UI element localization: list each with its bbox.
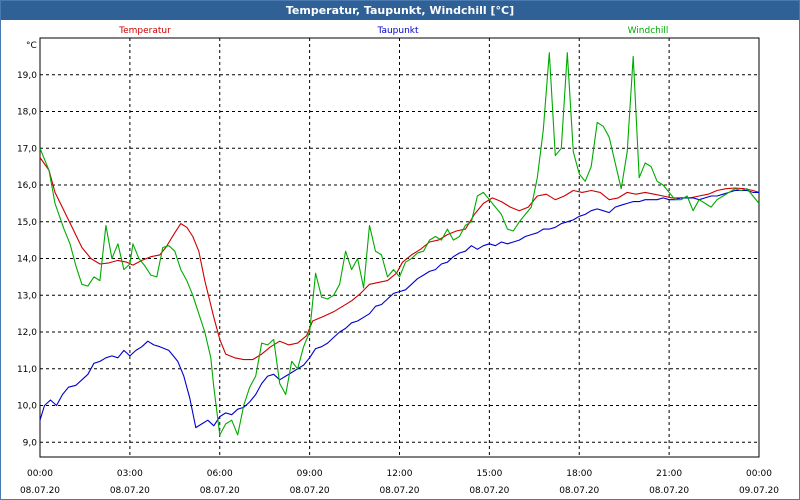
y-axis-tick-labels: 9,0 10,0 11,0 12,0 13,0 14,0 15,0 16,0 17,0 18,0 1… xyxy=(17,71,37,449)
series-line-temperatur xyxy=(39,157,760,361)
legend: Temperatur Taupunkt Windchill xyxy=(118,26,668,36)
y-tick-label: 10,0 xyxy=(17,402,37,412)
y-tick-label: 16,0 xyxy=(17,181,37,191)
x-tick-date-label: 08.07.20 xyxy=(110,486,150,496)
y-tick-label: 13,0 xyxy=(17,291,37,301)
y-tick-label: 15,0 xyxy=(17,218,37,228)
y-tick-label: 11,0 xyxy=(17,365,37,375)
x-tick-time-label: 09:00 xyxy=(297,469,323,479)
x-tick-date-label: 08.07.20 xyxy=(200,486,240,496)
x-tick-date-label: 08.07.20 xyxy=(290,486,330,496)
x-tick-time-label: 00:00 xyxy=(746,469,772,479)
x-tick-time-label: 03:00 xyxy=(117,469,143,479)
y-tick-label: 19,0 xyxy=(17,71,37,81)
x-tick-date-label: 08.07.20 xyxy=(379,486,419,496)
y-tick-label: 14,0 xyxy=(17,255,37,265)
x-tick-date-label: 08.07.20 xyxy=(469,486,509,496)
x-tick-date-label: 08.07.20 xyxy=(649,486,689,496)
x-tick-date-label: 08.07.20 xyxy=(20,486,60,496)
y-tick-label: 12,0 xyxy=(17,328,37,338)
x-tick-time-label: 18:00 xyxy=(566,469,592,479)
line-chart: 9,0 10,0 11,0 12,0 13,0 14,0 15,0 16,0 17,0 18,0 1… xyxy=(17,26,779,496)
legend-entry-taupunkt: Taupunkt xyxy=(376,26,419,36)
gridlines xyxy=(40,38,759,457)
y-tick-label: 17,0 xyxy=(17,144,37,154)
y-tick-label: 9,0 xyxy=(23,438,38,448)
x-tick-date-label: 08.07.20 xyxy=(559,486,599,496)
legend-entry-windchill: Windchill xyxy=(628,26,669,36)
x-tick-time-label: 06:00 xyxy=(207,469,233,479)
x-tick-time-label: 12:00 xyxy=(387,469,413,479)
x-tick-date-label: 09.07.20 xyxy=(739,486,779,496)
y-tick-label: 18,0 xyxy=(17,108,37,118)
x-tick-time-label: 15:00 xyxy=(476,469,502,479)
legend-entry-temperatur: Temperatur xyxy=(118,26,171,36)
y-axis-unit-label: °C xyxy=(26,41,37,51)
x-axis-tick-labels: 00:00 08.07.20 03:00 08.07.20 06:00 08.07.20 0… xyxy=(20,469,779,496)
x-tick-time-label: 21:00 xyxy=(656,469,682,479)
x-tick-time-label: 00:00 xyxy=(27,469,53,479)
